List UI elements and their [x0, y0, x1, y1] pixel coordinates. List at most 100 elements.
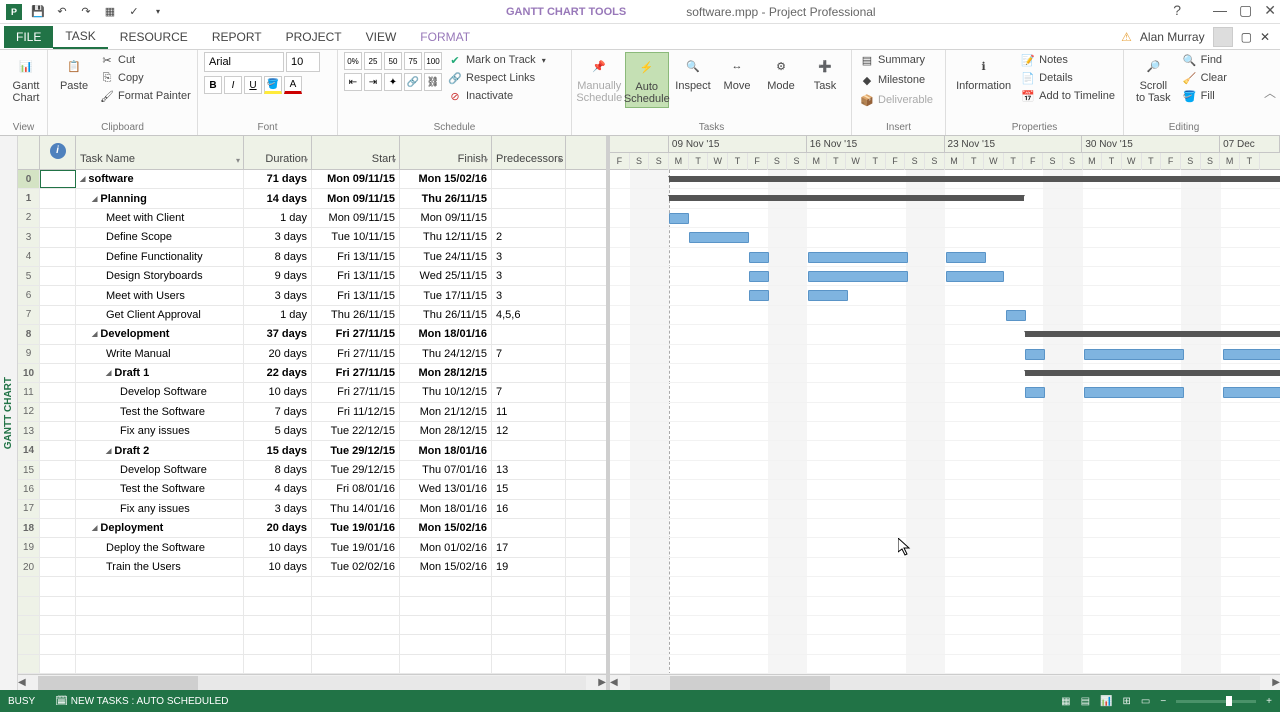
gantt-hscroll[interactable]: ◀▶ [610, 674, 1280, 690]
table-row[interactable]: 15Develop Software8 daysTue 29/12/15Thu … [18, 461, 606, 480]
task-button[interactable]: ➕Task [805, 52, 845, 94]
minimize-icon[interactable]: — [1213, 2, 1227, 19]
task-bar[interactable] [1006, 310, 1026, 321]
zoom-slider[interactable] [1176, 700, 1256, 703]
col-task-name[interactable]: Task Name [76, 136, 244, 169]
pct-75-icon[interactable]: 75 [404, 52, 422, 70]
information-button[interactable]: ℹInformation [952, 52, 1015, 94]
font-color-button[interactable]: A [284, 76, 302, 94]
tab-format[interactable]: FORMAT [408, 26, 482, 48]
respect-links-button[interactable]: 🔗Respect Links [446, 70, 548, 86]
bold-button[interactable]: B [204, 76, 222, 94]
alert-icon[interactable]: ⚠ [1121, 30, 1132, 44]
task-bar[interactable] [1084, 387, 1184, 398]
unlink-icon[interactable]: ⛓ [424, 73, 442, 91]
indent-icon[interactable]: ⇥ [364, 73, 382, 91]
table-row[interactable]: 20Train the Users10 daysTue 02/02/16Mon … [18, 558, 606, 577]
format-painter-button[interactable]: 🖌Format Painter [98, 88, 193, 104]
tab-project[interactable]: PROJECT [274, 26, 354, 48]
pct-25-icon[interactable]: 25 [364, 52, 382, 70]
view-shortcut-icon[interactable]: ▤ [1081, 696, 1090, 707]
task-bar[interactable] [689, 232, 749, 243]
col-finish[interactable]: Finish [400, 136, 492, 169]
summary-bar[interactable] [1025, 370, 1280, 376]
table-row[interactable]: 6Meet with Users3 daysFri 13/11/15Tue 17… [18, 286, 606, 305]
task-bar[interactable] [1223, 349, 1280, 360]
qat-dropdown-icon[interactable]: ▾ [150, 4, 166, 20]
fill-color-button[interactable]: 🪣 [264, 76, 282, 94]
view-shortcut-icon[interactable]: ▦ [1061, 696, 1070, 707]
task-bar[interactable] [946, 252, 986, 263]
task-bar[interactable] [749, 290, 769, 301]
grid-hscroll[interactable]: ◀▶ [18, 674, 606, 690]
task-grid[interactable]: 0software71 daysMon 09/11/15Mon 15/02/16… [18, 170, 606, 674]
notes-button[interactable]: 📝Notes [1019, 52, 1117, 68]
mark-on-track-button[interactable]: ✔Mark on Track▾ [446, 52, 548, 68]
font-size-select[interactable]: 10 [286, 52, 320, 72]
table-row[interactable]: 10Draft 122 daysFri 27/11/15Mon 28/12/15 [18, 364, 606, 383]
doc-close-icon[interactable]: ✕ [1260, 30, 1270, 44]
col-start[interactable]: Start [312, 136, 400, 169]
copy-button[interactable]: ⎘Copy [98, 70, 193, 86]
view-tab-vertical[interactable]: GANTT CHART [0, 136, 18, 690]
font-name-select[interactable]: Arial [204, 52, 284, 72]
view-shortcut-icon[interactable]: ▭ [1141, 696, 1150, 707]
scroll-to-task-button[interactable]: 🔎Scroll to Task [1130, 52, 1177, 106]
inspect-button[interactable]: 🔍Inspect [673, 52, 713, 94]
table-row[interactable]: 2Meet with Client1 dayMon 09/11/15Mon 09… [18, 209, 606, 228]
qat-icon[interactable]: ✓ [126, 4, 142, 20]
col-info[interactable]: i [40, 136, 76, 169]
pct-50-icon[interactable]: 50 [384, 52, 402, 70]
table-row[interactable]: 14Draft 215 daysTue 29/12/15Mon 18/01/16 [18, 441, 606, 460]
tab-resource[interactable]: RESOURCE [108, 26, 200, 48]
table-row[interactable]: 9Write Manual20 daysFri 27/11/15Thu 24/1… [18, 345, 606, 364]
manually-schedule-button[interactable]: 📌Manually Schedule [578, 52, 621, 106]
gantt-chart-button[interactable]: 📊Gantt Chart [6, 52, 46, 106]
italic-button[interactable]: I [224, 76, 242, 94]
tab-report[interactable]: REPORT [200, 26, 274, 48]
table-row[interactable]: 0software71 daysMon 09/11/15Mon 15/02/16 [18, 170, 606, 189]
underline-button[interactable]: U [244, 76, 262, 94]
link-icon[interactable]: 🔗 [404, 73, 422, 91]
task-bar[interactable] [946, 271, 1004, 282]
redo-icon[interactable]: ↷ [78, 4, 94, 20]
paste-button[interactable]: 📋Paste [54, 52, 94, 94]
undo-icon[interactable]: ↶ [54, 4, 70, 20]
qat-icon[interactable]: ▦ [102, 4, 118, 20]
avatar[interactable] [1213, 27, 1233, 47]
task-bar[interactable] [669, 213, 689, 224]
table-row[interactable]: 13Fix any issues5 daysTue 22/12/15Mon 28… [18, 422, 606, 441]
mode-button[interactable]: ⚙Mode [761, 52, 801, 94]
table-row[interactable]: 5Design Storyboards9 daysFri 13/11/15Wed… [18, 267, 606, 286]
close-icon[interactable]: ✕ [1264, 2, 1276, 19]
task-bar[interactable] [1025, 349, 1045, 360]
zoom-in-icon[interactable]: + [1266, 696, 1272, 707]
zoom-out-icon[interactable]: − [1160, 696, 1166, 707]
col-duration[interactable]: Duration [244, 136, 312, 169]
table-row[interactable]: 18Deployment20 daysTue 19/01/16Mon 15/02… [18, 519, 606, 538]
cut-button[interactable]: ✂Cut [98, 52, 193, 68]
details-button[interactable]: 📄Details [1019, 70, 1117, 86]
task-bar[interactable] [749, 252, 769, 263]
task-bar[interactable] [1025, 387, 1045, 398]
task-bar[interactable] [808, 290, 848, 301]
timescale[interactable]: 09 Nov '1516 Nov '1523 Nov '1530 Nov '15… [610, 136, 1280, 170]
summary-button[interactable]: ▤Summary [858, 52, 927, 68]
tab-view[interactable]: VIEW [354, 26, 409, 48]
move-button[interactable]: ↔Move [717, 52, 757, 94]
tab-file[interactable]: FILE [4, 26, 53, 48]
timeline-button[interactable]: 📅Add to Timeline [1019, 88, 1117, 104]
table-row[interactable]: 3Define Scope3 daysTue 10/11/15Thu 12/11… [18, 228, 606, 247]
task-bar[interactable] [1084, 349, 1184, 360]
summary-bar[interactable] [1025, 331, 1280, 337]
tab-task[interactable]: TASK [53, 25, 107, 49]
task-bar[interactable] [1223, 387, 1280, 398]
view-shortcut-icon[interactable]: 📊 [1100, 696, 1112, 707]
maximize-icon[interactable]: ▢ [1239, 2, 1252, 19]
table-row[interactable]: 12Test the Software7 daysFri 11/12/15Mon… [18, 403, 606, 422]
outdent-icon[interactable]: ⇤ [344, 73, 362, 91]
summary-bar[interactable] [669, 195, 1024, 201]
task-bar[interactable] [749, 271, 769, 282]
auto-schedule-button[interactable]: ⚡Auto Schedule [625, 52, 670, 108]
col-predecessors[interactable]: Predecessors [492, 136, 566, 169]
